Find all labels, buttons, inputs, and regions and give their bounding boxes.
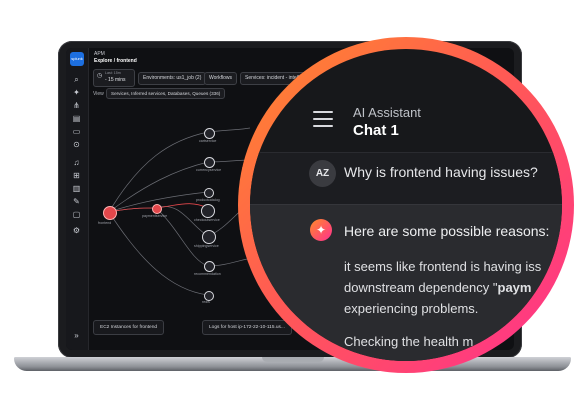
node-label: cartservice [199,139,217,143]
view-select[interactable]: Services, Inferred services, Databases, … [106,88,226,99]
node-frontend[interactable] [103,206,117,220]
infrastructure-icon[interactable]: ⋔ [72,101,81,110]
edit-icon[interactable]: ✎ [72,197,81,206]
clock-icon: ◷ [97,73,103,79]
expand-icon[interactable]: » [72,331,81,340]
answer-next: Checking the health m [344,334,474,349]
node-label: frontend [98,221,112,225]
breadcrumb-current: Explore / frontend [94,58,137,64]
node-checkoutservice[interactable] [201,204,215,218]
time-label: Last: 15m [105,71,121,75]
detectors-icon[interactable]: ⊞ [72,171,81,180]
data-icon[interactable]: ▢ [72,210,81,219]
node-paymentservice[interactable] [152,204,162,214]
node-label: shippingservice [194,244,219,248]
view-label: View [93,91,104,97]
answer-line-3: experiencing problems. [344,301,479,316]
splunk-logo[interactable]: splunk [70,52,84,66]
dashboards-icon[interactable]: ▤ [72,114,81,123]
time-value: - 15 mins [105,77,126,83]
user-question: Why is frontend having issues? [344,164,538,180]
search-icon[interactable]: ⌕ [72,75,81,84]
answer-body: it seems like frontend is having iss dow… [344,256,562,319]
node-label: productcatalog [196,198,220,202]
breadcrumb-parent[interactable]: APM [94,51,137,58]
menu-icon[interactable] [313,111,333,127]
node-label: recommendation [194,272,221,276]
synthetics-icon[interactable]: ⊙ [72,140,81,149]
nav-rail: splunk ⌕ ✦ ⋔ ▤ ▭ ⊙ ♫ ⊞ ▥ ✎ ▢ ⚙ » [66,48,89,350]
node-shippingservice[interactable] [202,230,216,244]
node-label: checkoutservice [194,218,220,222]
ec2-instances-button[interactable]: EC2 Instances for frontend [93,320,165,335]
apm-icon[interactable]: ✦ [72,88,81,97]
ai-assistant-magnifier: AI Assistant Chat 1 AZ Why is frontend h… [250,49,562,361]
node-label: currencyservice [196,168,222,172]
node-label: redis [202,300,210,304]
time-picker[interactable]: ◷ Last: 15m - 15 mins [93,69,135,87]
sparkle-icon: ✦ [310,219,332,241]
alerts-icon[interactable]: ♫ [72,158,81,167]
node-productcatalog[interactable] [204,188,214,198]
assistant-subtitle: AI Assistant [353,105,421,120]
answer-line-1: it seems like frontend is having iss [344,259,542,274]
node-cartservice[interactable] [204,128,215,139]
ai-assistant-panel: AI Assistant Chat 1 AZ Why is frontend h… [250,49,562,361]
environment-filter[interactable]: Environments: us1_job (2) [138,72,207,85]
user-avatar: AZ [309,160,336,187]
rum-icon[interactable]: ▭ [72,127,81,136]
settings-icon[interactable]: ⚙ [72,226,81,235]
chat-title: Chat 1 [353,122,399,139]
workflows-filter[interactable]: Workflows [204,72,237,85]
node-recommendation[interactable] [204,261,215,272]
answer-line-2-bold: paym [497,280,532,295]
answer-intro: Here are some possible reasons: [344,223,550,239]
answer-line-2: downstream dependency "paym [344,277,562,298]
node-currencyservice[interactable] [204,157,215,168]
logs-icon[interactable]: ▥ [72,184,81,193]
answer-line-2-prefix: downstream dependency " [344,280,498,295]
breadcrumb: APM Explore / frontend [94,51,137,65]
node-label: paymentservice [142,214,168,218]
